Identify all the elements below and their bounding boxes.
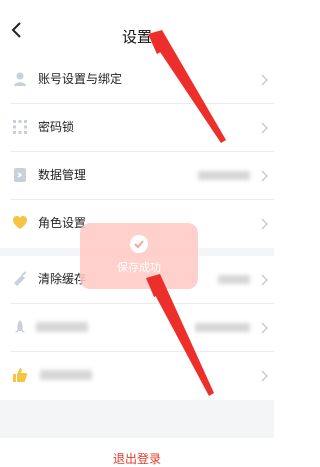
annotation-arrows — [146, 30, 226, 396]
